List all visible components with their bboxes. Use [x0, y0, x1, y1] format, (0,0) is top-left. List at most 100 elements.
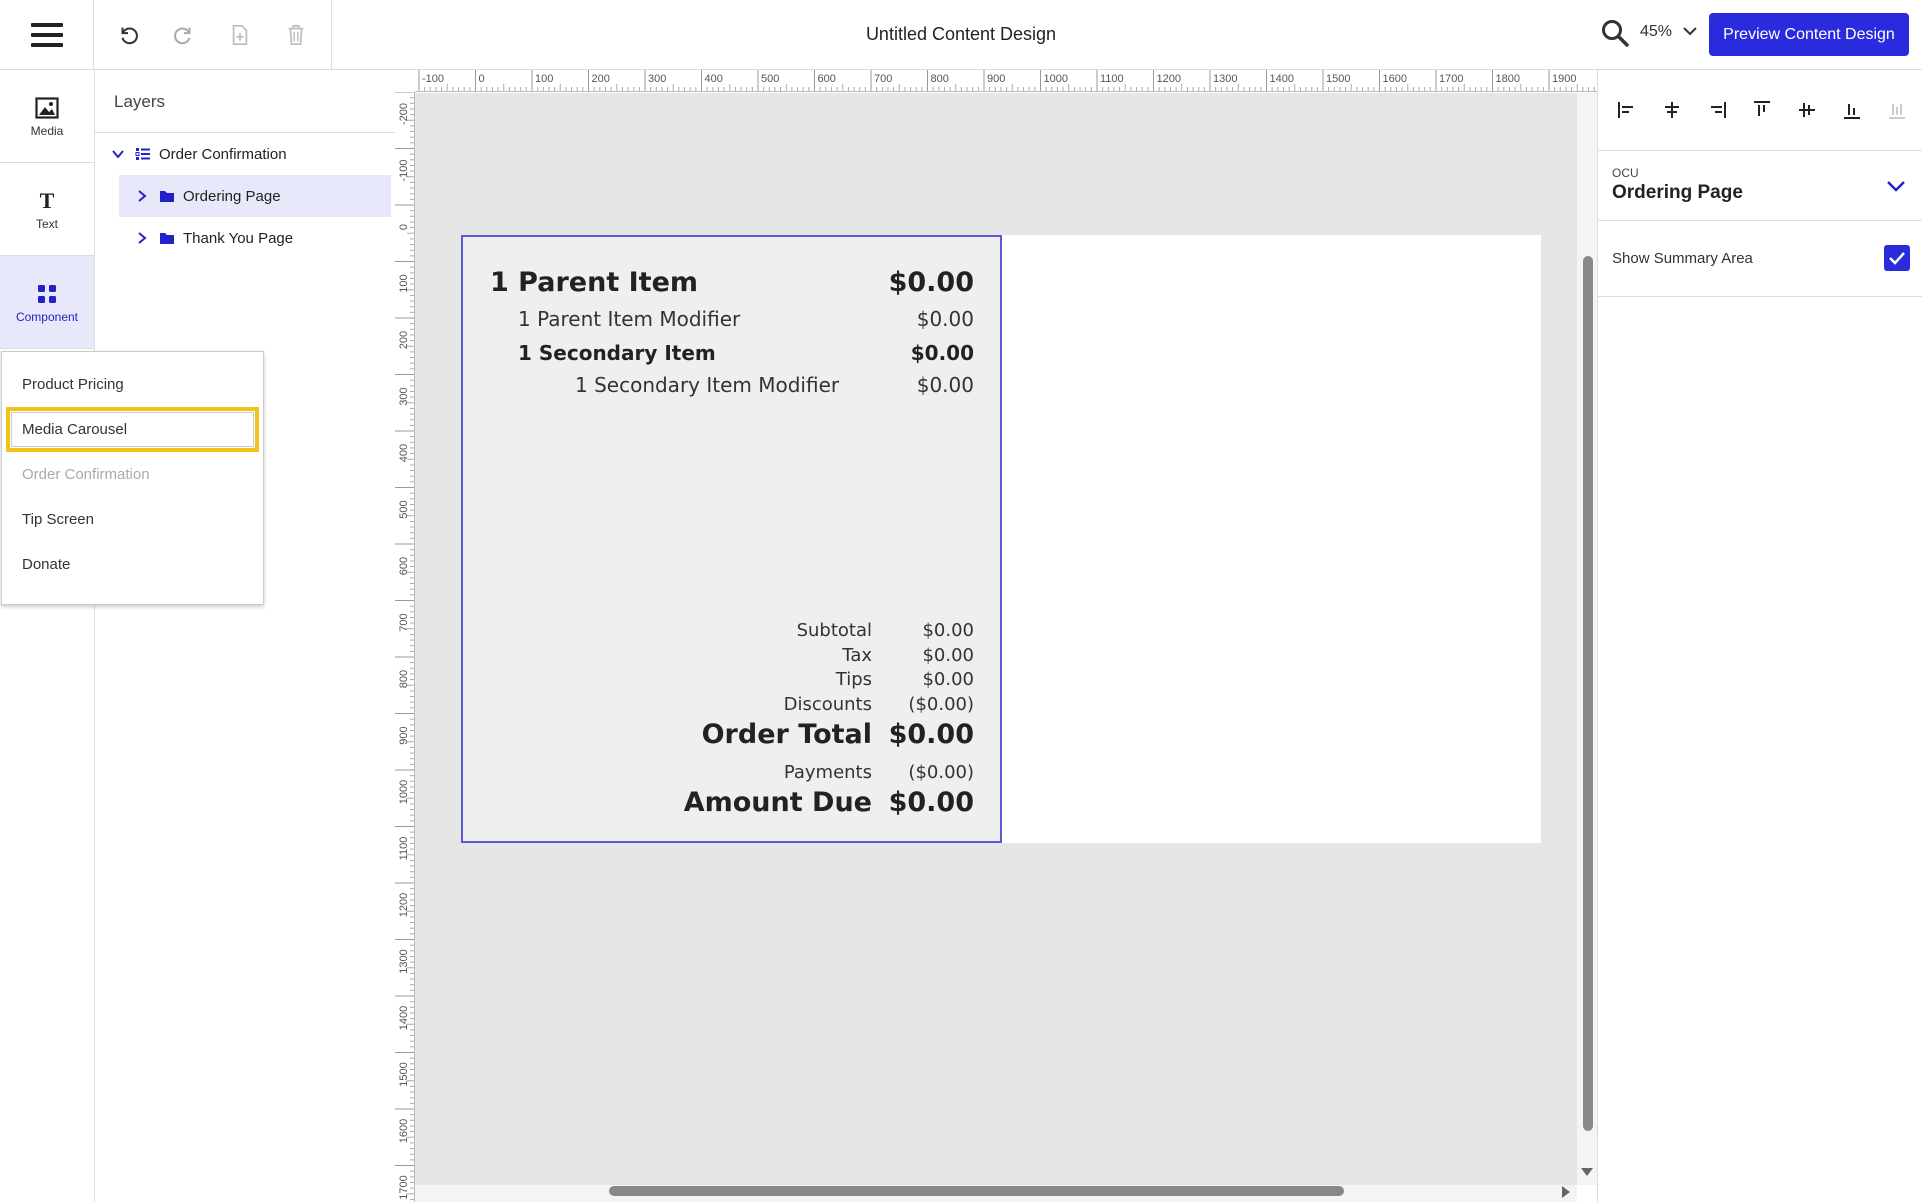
show-summary-area-label: Show Summary Area: [1612, 250, 1753, 267]
align-right-button[interactable]: [1704, 97, 1730, 123]
undo-icon: [121, 27, 138, 45]
order-total-value: $0.00: [888, 719, 974, 750]
divider: [1598, 150, 1922, 151]
properties-panel: OCU Ordering Page Show Summary Area: [1597, 70, 1922, 1202]
hamburger-menu-button[interactable]: [0, 0, 94, 70]
tips-label: Tips: [835, 669, 872, 690]
rail-item-text[interactable]: T Text: [0, 163, 94, 256]
ruler-label: 400: [705, 73, 723, 85]
align-center-icon: [1665, 102, 1679, 118]
chevron-down-icon[interactable]: [1681, 22, 1699, 40]
ruler-label: 300: [648, 73, 666, 85]
component-type-label: OCU: [1612, 166, 1639, 180]
ruler-label: 500: [398, 500, 410, 518]
undo-button[interactable]: [114, 21, 142, 49]
ruler-label: 100: [398, 274, 410, 292]
horizontal-scroll-thumb[interactable]: [609, 1186, 1344, 1196]
chevron-right-icon[interactable]: [135, 231, 149, 245]
align-top-icon: [1754, 101, 1770, 116]
align-left-button[interactable]: [1614, 97, 1640, 123]
ruler-label: 700: [874, 73, 892, 85]
ruler-label: 200: [592, 73, 610, 85]
ruler-label: 500: [761, 73, 779, 85]
align-bottom-icon: [1844, 104, 1860, 119]
ruler-corner: [395, 70, 415, 92]
hamburger-icon: [30, 33, 63, 37]
align-right-icon: [1711, 102, 1726, 118]
ruler-left: -200 -100 0 100 200 300 400 500 600 700 800 900 1000…: [395, 92, 415, 1202]
component-item-tip-screen[interactable]: Tip Screen: [2, 497, 263, 542]
add-file-icon: [232, 25, 248, 45]
layers-title: Layers: [114, 92, 166, 111]
order-total-label: Order Total: [701, 719, 872, 750]
ruler-label: 100: [535, 73, 553, 85]
layer-ordering-page[interactable]: Ordering Page: [119, 175, 391, 217]
parent-modifier-price: $0.00: [916, 307, 974, 331]
layers-panel: Layers Order Confirmation Ordering Page …: [95, 70, 395, 1202]
scroll-down-arrow-icon[interactable]: [1580, 1166, 1594, 1178]
ruler-label: 800: [931, 73, 949, 85]
align-bottom-button[interactable]: [1839, 97, 1865, 123]
ruler-label: 1800: [1496, 73, 1520, 85]
chevron-right-icon[interactable]: [135, 189, 149, 203]
component-menu: Product Pricing Media Carousel Order Con…: [1, 351, 264, 605]
tax-value: $0.00: [922, 645, 974, 666]
payments-value: ($0.00): [908, 762, 974, 783]
discounts-value: ($0.00): [908, 694, 974, 715]
ruler-label: 1100: [398, 837, 410, 861]
distribute-icon: [1889, 104, 1905, 119]
redo-button[interactable]: [170, 21, 198, 49]
redo-icon: [174, 27, 191, 45]
zoom-level[interactable]: 45%: [1640, 23, 1672, 41]
secondary-item-price: $0.00: [910, 341, 974, 365]
align-middle-icon: [1799, 103, 1815, 117]
edit-toolbar: [94, 0, 332, 70]
ruler-label: 0: [479, 73, 485, 85]
layer-thank-you-page[interactable]: Thank You Page: [119, 217, 391, 259]
ruler-label: 1500: [1326, 73, 1350, 85]
checkmark-icon: [1889, 252, 1905, 265]
ruler-label: 800: [398, 670, 410, 688]
rail-item-label: Media: [30, 124, 64, 138]
ruler-label: 1600: [398, 1119, 410, 1143]
component-item-donate[interactable]: Donate: [2, 542, 263, 587]
delete-button[interactable]: [282, 21, 310, 49]
layer-label: Ordering Page: [183, 187, 281, 205]
search-icon[interactable]: [1600, 18, 1630, 48]
order-confirmation-component[interactable]: 1 Parent Item $0.00 1 Parent Item Modifi…: [461, 235, 1002, 843]
vertical-scroll-thumb[interactable]: [1583, 256, 1593, 1131]
component-name: Ordering Page: [1612, 182, 1743, 203]
distribute-button[interactable]: [1884, 97, 1910, 123]
duplicate-button[interactable]: [226, 21, 254, 49]
ruler-label: 0: [398, 224, 410, 230]
preview-content-design-button[interactable]: Preview Content Design: [1709, 13, 1909, 56]
show-summary-area-checkbox[interactable]: [1884, 245, 1910, 271]
scroll-right-arrow-icon[interactable]: [1560, 1185, 1572, 1199]
align-left-icon: [1618, 102, 1633, 118]
rail-item-label: Component: [15, 310, 79, 324]
ruler-label: 900: [987, 73, 1005, 85]
ruler-top: -100 0 100 200 300 400 500 600 700 800 900 1000 1100…: [415, 70, 1597, 92]
top-bar: Untitled Content Design 45% Preview Cont…: [0, 0, 1922, 70]
rail-item-component[interactable]: Component: [0, 256, 94, 349]
component-item-media-carousel[interactable]: Media Carousel: [6, 407, 259, 452]
component-item-product-pricing[interactable]: Product Pricing: [2, 362, 263, 407]
align-center-horizontal-button[interactable]: [1659, 97, 1685, 123]
grid-icon: [36, 280, 58, 308]
ruler-label: 1400: [398, 1006, 410, 1030]
ruler-label: 400: [398, 444, 410, 462]
secondary-modifier-label: 1 Secondary Item Modifier: [575, 373, 840, 397]
rail-item-label: Text: [35, 217, 58, 231]
ruler-label: -100: [422, 73, 444, 85]
ruler-label: 600: [818, 73, 836, 85]
ruler-label: 1000: [398, 780, 410, 804]
rail-item-media[interactable]: Media: [0, 70, 94, 163]
chevron-down-icon[interactable]: [1884, 174, 1908, 198]
layer-order-confirmation[interactable]: Order Confirmation: [111, 133, 391, 175]
chevron-down-icon[interactable]: [111, 147, 125, 161]
ruler-label: 900: [398, 726, 410, 744]
amount-due-value: $0.00: [888, 787, 974, 818]
align-top-button[interactable]: [1749, 97, 1775, 123]
ruler-label: 1100: [1100, 73, 1124, 85]
align-middle-vertical-button[interactable]: [1794, 97, 1820, 123]
